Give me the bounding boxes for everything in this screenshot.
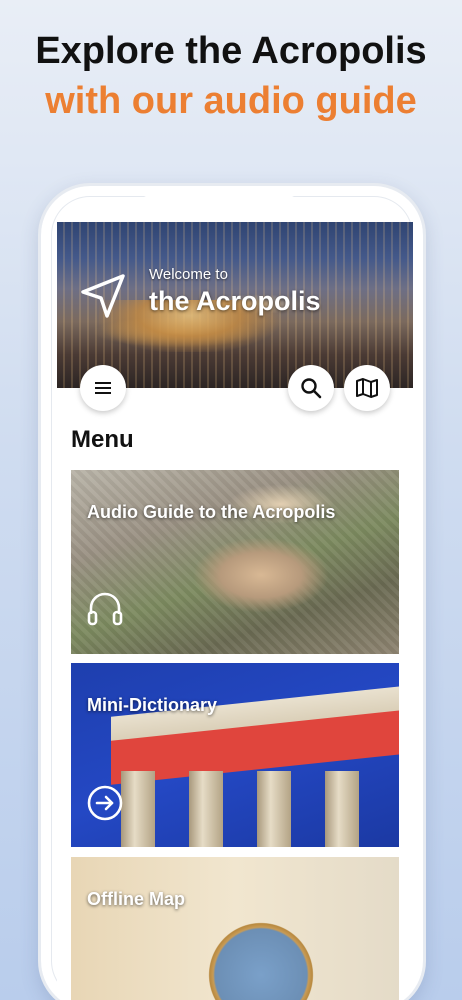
parthenon-column [121, 771, 155, 847]
card-title: Mini-Dictionary [87, 695, 218, 715]
promo-headline: Explore the Acropolis with our audio gui… [0, 26, 462, 126]
map-button[interactable] [344, 365, 390, 411]
search-button[interactable] [288, 365, 334, 411]
headline-line-2: with our audio guide [45, 80, 417, 122]
map-icon [356, 378, 378, 398]
arrow-right-circle-icon [87, 785, 123, 821]
navigation-arrow-icon [81, 274, 125, 318]
card-title: Offline Map [87, 889, 185, 909]
hero-banner: Welcome to the Acropolis [57, 222, 413, 388]
parthenon-column [257, 771, 291, 847]
headline-line-1: Explore the Acropolis [35, 30, 427, 72]
phone-notch [137, 186, 301, 198]
phone-frame: Welcome to the Acropolis Menu Audio Guid… [38, 183, 426, 1000]
card-mini-dictionary[interactable]: Mini-Dictionary [71, 663, 399, 847]
card-offline-map[interactable]: Offline Map [71, 857, 399, 1000]
hamburger-menu-icon [95, 382, 111, 394]
card-title: Audio Guide to the Acropolis [87, 502, 336, 522]
search-icon [301, 378, 322, 399]
app-screen: Welcome to the Acropolis Menu Audio Guid… [57, 222, 413, 1000]
parthenon-column [189, 771, 223, 847]
menu-button[interactable] [80, 365, 126, 411]
headphones-icon [87, 592, 123, 626]
menu-heading: Menu [71, 426, 134, 453]
welcome-subtitle: Welcome to [149, 266, 228, 283]
welcome-title: the Acropolis [149, 286, 321, 316]
parthenon-column [325, 771, 359, 847]
card-audio-guide[interactable]: Audio Guide to the Acropolis [71, 470, 399, 654]
